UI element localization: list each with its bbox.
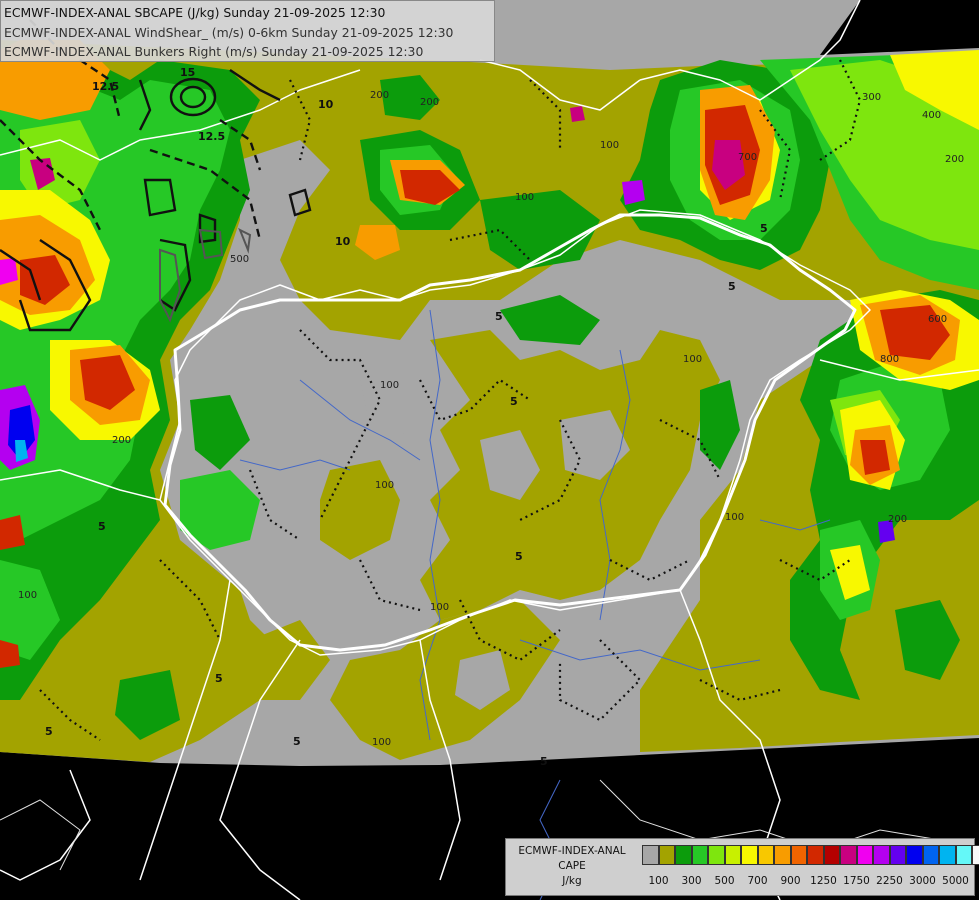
label-shear-10-b: 10 — [335, 235, 351, 248]
legend-tick: 1750 — [843, 875, 870, 887]
legend-swatch — [955, 845, 972, 865]
legend-tick: 3000 — [909, 875, 936, 887]
label-cape-100-a: 100 — [380, 380, 399, 391]
legend-swatch — [807, 845, 824, 865]
label-cape-200-b: 200 — [112, 435, 131, 446]
legend-tick: 300 — [681, 875, 702, 887]
legend-tick: 5000 — [942, 875, 969, 887]
label-cape-100-c: 100 — [683, 354, 702, 365]
label-cape-300: 300 — [862, 92, 881, 103]
label-cape-800: 800 — [880, 354, 899, 365]
label-cape-100-h: 100 — [18, 590, 37, 601]
legend-swatch — [675, 845, 692, 865]
legend-swatch — [972, 845, 979, 865]
legend-swatch — [642, 845, 659, 865]
label-shear-5-c: 5 — [515, 550, 523, 563]
label-shear-5-a: 5 — [495, 310, 503, 323]
legend-swatch — [906, 845, 923, 865]
label-shear-5-b: 5 — [510, 395, 518, 408]
legend-swatch — [823, 845, 840, 865]
label-cape-100-f: 100 — [372, 737, 391, 748]
label-shear-5-d: 5 — [98, 520, 106, 533]
label-shear-5-e: 5 — [45, 725, 53, 738]
label-cape-700: 700 — [738, 152, 757, 163]
legend-title-unit: J/kg — [562, 875, 582, 887]
legend-color-scale — [642, 845, 979, 865]
label-cape-100-e: 100 — [430, 602, 449, 613]
label-shear-5-g: 5 — [293, 735, 301, 748]
title-line-windshear: ECMWF-INDEX-ANAL WindShear_ (m/s) 0-6km … — [4, 24, 454, 40]
label-shear-5-f: 5 — [215, 672, 223, 685]
legend-swatch — [724, 845, 741, 865]
title-line-bunkers: ECMWF-INDEX-ANAL Bunkers Right (m/s) Sun… — [4, 44, 424, 59]
label-cape-100-b: 100 — [600, 140, 619, 151]
legend-swatch — [658, 845, 675, 865]
legend-tick: 500 — [714, 875, 735, 887]
legend-title-model: ECMWF-INDEX-ANAL — [518, 845, 626, 857]
legend-title: ECMWF-INDEX-ANAL CAPE J/kg — [508, 844, 636, 889]
label-cape-100-d: 100 — [725, 512, 744, 523]
legend-swatch — [741, 845, 758, 865]
legend-swatch — [708, 845, 725, 865]
legend-swatch — [757, 845, 774, 865]
label-shear-5-j: 5 — [728, 280, 736, 293]
label-cape-600: 600 — [928, 314, 947, 325]
title-line-sbcape: ECMWF-INDEX-ANAL SBCAPE (J/kg) Sunday 21… — [4, 5, 386, 20]
legend-tick: 1250 — [810, 875, 837, 887]
label-cape-500: 500 — [230, 254, 249, 265]
legend-tick: 2250 — [876, 875, 903, 887]
forecast-map: 15 12.5 10 10 12.5 5 5 5 5 5 5 5 5 5 5 1… — [0, 0, 979, 900]
label-shear-5-i: 5 — [760, 222, 768, 235]
cape-legend: ECMWF-INDEX-ANAL CAPE J/kg 100 300 500 700 9… — [505, 838, 979, 896]
legend-swatch — [856, 845, 873, 865]
label-shear-12-5: 12.5 — [198, 130, 225, 143]
legend-tick: 100 — [648, 875, 669, 887]
legend-swatch — [939, 845, 956, 865]
label-cape-200-c: 200 — [888, 514, 907, 525]
label-shear-10: 10 — [318, 98, 334, 111]
map-viewer: 15 12.5 10 10 12.5 5 5 5 5 5 5 5 5 5 5 1… — [0, 0, 979, 900]
label-cape-400: 400 — [922, 110, 941, 121]
label-cape-200-d: 200 — [945, 154, 964, 165]
legend-swatch — [873, 845, 890, 865]
legend-swatch — [889, 845, 906, 865]
legend-title-parameter: CAPE — [558, 860, 586, 872]
label-cape-200-a: 200 — [370, 90, 389, 101]
label-shear-5-h: 5 — [540, 755, 548, 768]
legend-tick: 900 — [780, 875, 801, 887]
legend-swatch — [840, 845, 857, 865]
legend-swatch — [691, 845, 708, 865]
legend-tick-labels: 100 300 500 700 900 1250 1750 2250 3000 5000 — [642, 875, 972, 889]
label-cape-100-i: 100 — [515, 192, 534, 203]
legend-tick: 700 — [747, 875, 768, 887]
label-cape-100-g: 100 — [375, 480, 394, 491]
legend-swatch — [922, 845, 939, 865]
label-shear-12-5-b: 12.5 — [92, 80, 119, 93]
map-title-box: ECMWF-INDEX-ANAL SBCAPE (J/kg) Sunday 21… — [0, 0, 495, 62]
legend-swatch — [790, 845, 807, 865]
label-shear-15: 15 — [180, 66, 195, 79]
label-cape-200-e: 200 — [420, 97, 439, 108]
legend-swatch — [774, 845, 791, 865]
